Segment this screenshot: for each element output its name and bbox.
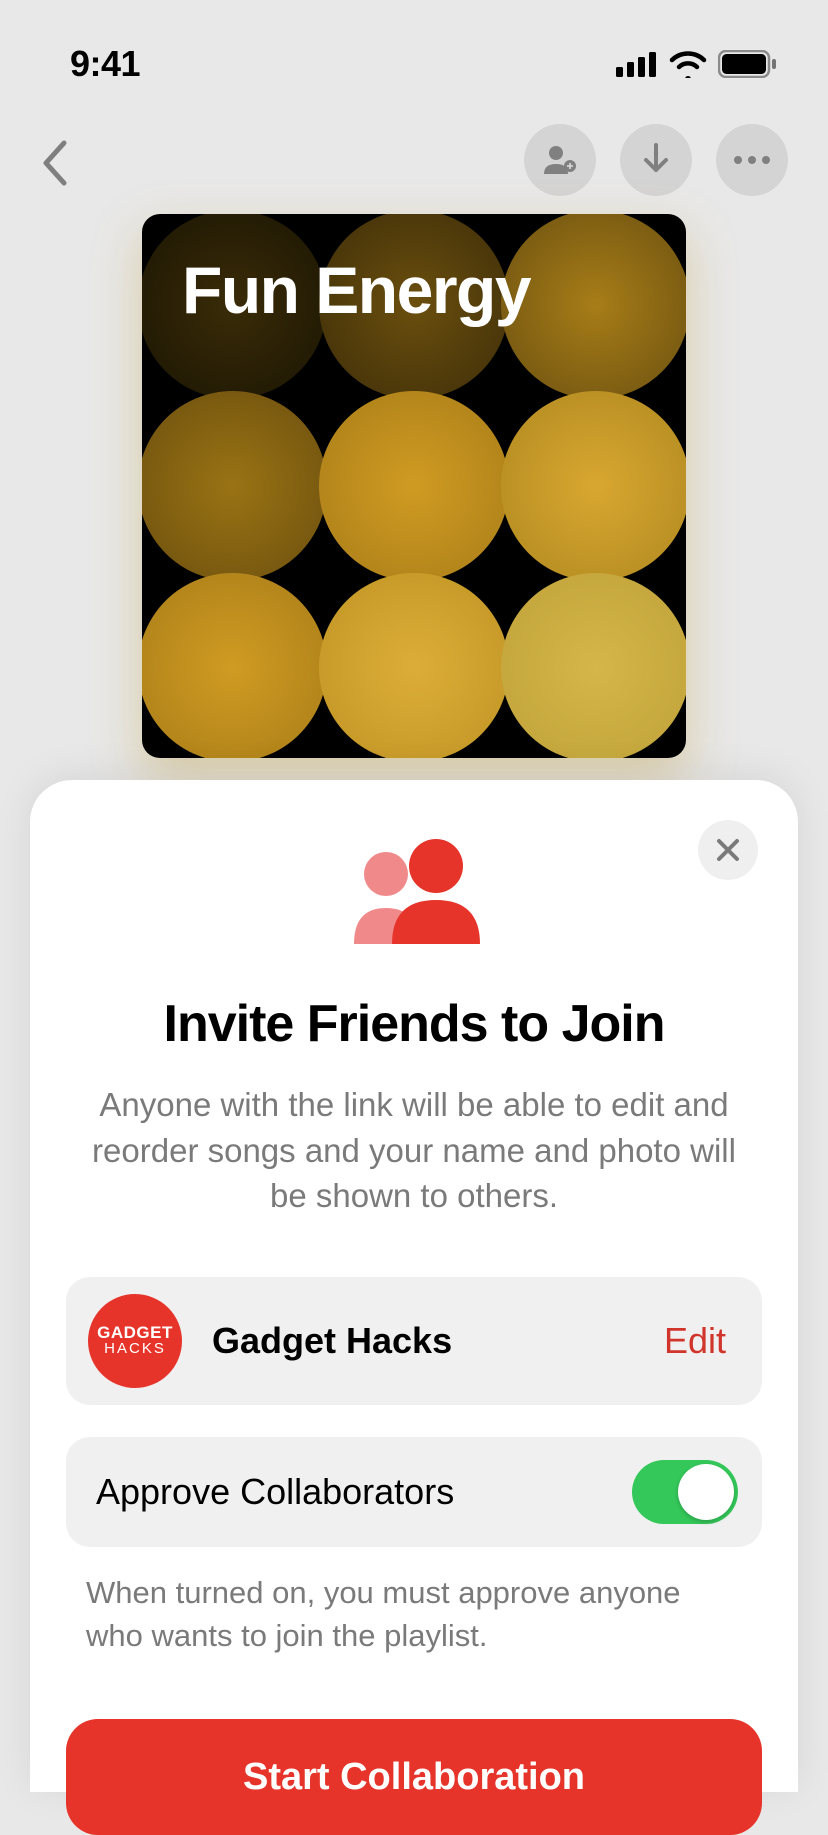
add-person-button[interactable] <box>524 124 596 196</box>
user-name: Gadget Hacks <box>212 1320 664 1362</box>
avatar: GADGET HACKS <box>88 1294 182 1388</box>
back-button[interactable] <box>40 129 70 192</box>
close-button[interactable] <box>698 820 758 880</box>
person-add-icon <box>542 144 578 176</box>
playlist-cover[interactable]: Fun Energy <box>142 214 686 758</box>
approve-label: Approve Collaborators <box>96 1471 454 1513</box>
nav-bar <box>0 100 828 210</box>
people-icon <box>66 838 762 948</box>
wifi-icon <box>668 50 708 78</box>
toggle-knob <box>678 1464 734 1520</box>
sheet-title: Invite Friends to Join <box>66 994 762 1054</box>
invite-sheet: Invite Friends to Join Anyone with the l… <box>30 780 798 1792</box>
battery-icon <box>718 50 778 78</box>
close-icon <box>715 837 741 863</box>
more-button[interactable] <box>716 124 788 196</box>
user-profile-row: GADGET HACKS Gadget Hacks Edit <box>66 1277 762 1405</box>
avatar-text-2: HACKS <box>104 1342 166 1356</box>
status-indicators <box>616 50 778 78</box>
status-bar: 9:41 <box>0 0 828 100</box>
download-icon <box>640 142 672 178</box>
approve-collaborators-row: Approve Collaborators <box>66 1437 762 1547</box>
sheet-description: Anyone with the link will be able to edi… <box>66 1082 762 1219</box>
download-button[interactable] <box>620 124 692 196</box>
playlist-cover-area: Fun Energy <box>0 210 828 758</box>
start-collaboration-button[interactable]: Start Collaboration <box>66 1719 762 1835</box>
chevron-left-icon <box>40 139 70 187</box>
more-icon <box>732 155 772 165</box>
playlist-title: Fun Energy <box>182 252 530 328</box>
cellular-icon <box>616 51 658 77</box>
approve-toggle[interactable] <box>632 1460 738 1524</box>
status-time: 9:41 <box>70 43 140 85</box>
approve-note: When turned on, you must approve anyone … <box>66 1571 762 1658</box>
edit-button[interactable]: Edit <box>664 1320 726 1362</box>
